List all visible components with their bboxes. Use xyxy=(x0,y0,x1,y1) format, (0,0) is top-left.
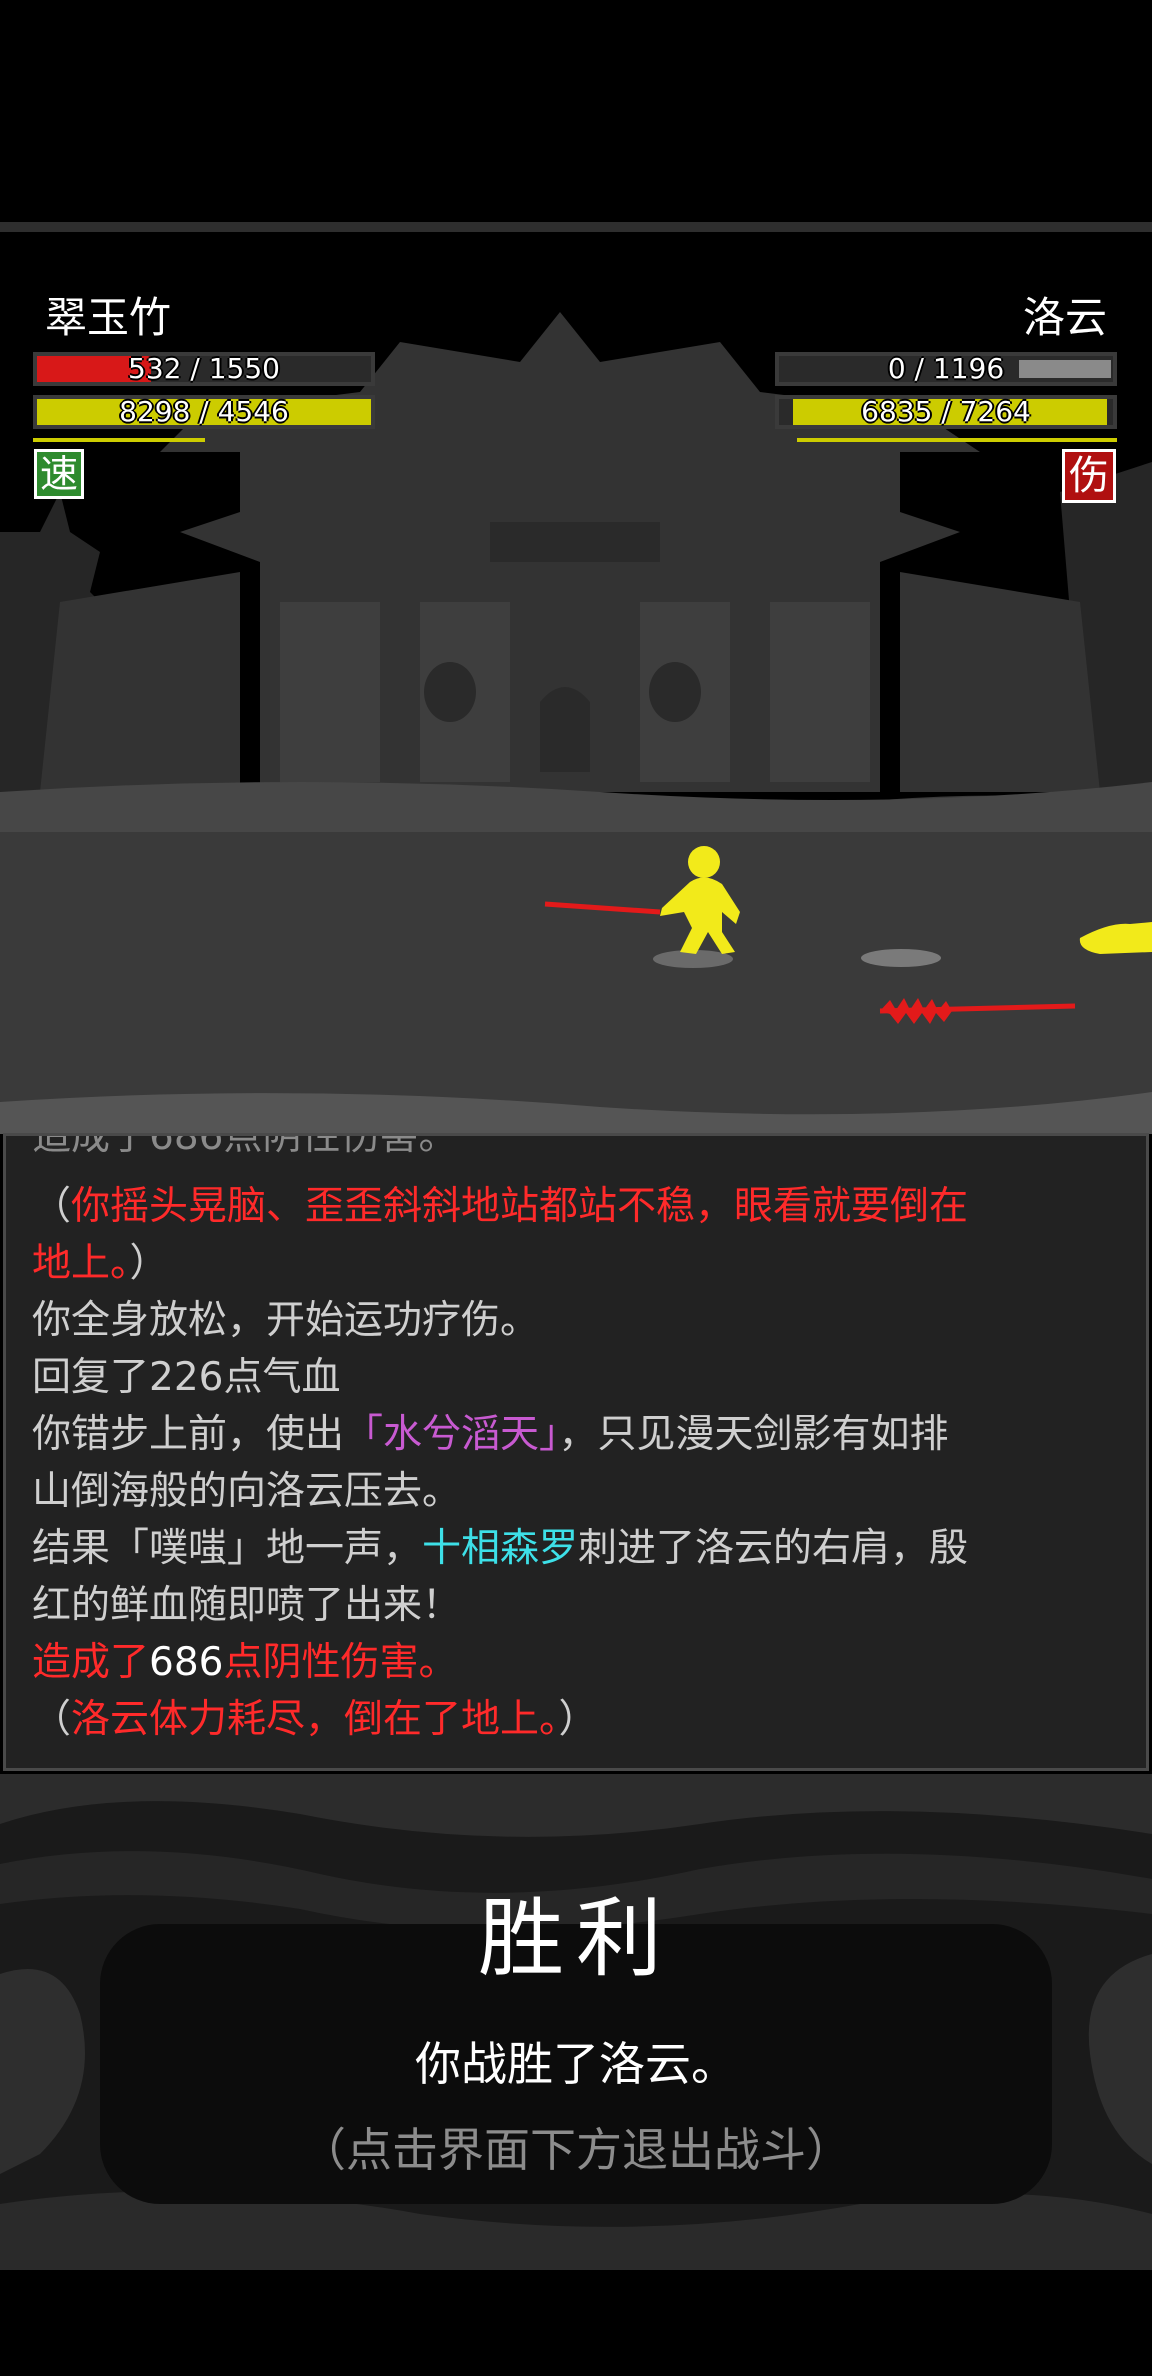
log-line: 山倒海般的向洛云压去。 xyxy=(32,1469,462,1514)
log-line: （你摇头晃脑、歪歪斜斜地站都站不稳，眼看就要倒在 xyxy=(32,1184,969,1229)
victory-title: 胜利 xyxy=(478,1889,674,1989)
player-mp-underline xyxy=(33,438,205,442)
log-line: 回复了226点气血 xyxy=(32,1355,341,1400)
enemy-mp-underline xyxy=(797,438,1117,442)
victory-panel[interactable]: 胜利 你战胜了洛云。 （点击界面下方退出战斗） xyxy=(0,1774,1152,2270)
enemy-mp-bar: 6835 / 7264 xyxy=(775,395,1117,429)
log-line: 地上。） xyxy=(32,1241,169,1286)
bottom-band xyxy=(0,2270,1152,2376)
enemy-shadow xyxy=(861,949,941,967)
log-line: （洛云体力耗尽，倒在了地上。） xyxy=(32,1697,598,1742)
battle-log[interactable]: 造成了686点阴性伤害。 （你摇头晃脑、歪歪斜斜地站都站不稳，眼看就要倒在 地上… xyxy=(3,1133,1149,1771)
enemy-status-badge[interactable]: 伤 xyxy=(1062,449,1116,503)
log-line: 红的鲜血随即喷了出来！ xyxy=(32,1583,462,1628)
enemy-hp-text: 0 / 1196 xyxy=(887,352,1005,385)
player-hp-text: 532 / 1550 xyxy=(128,352,280,385)
player-status-badge[interactable]: 速 xyxy=(34,449,84,499)
log-line: 你错步上前，使出「水兮滔天」，只见漫天剑影有如排 xyxy=(32,1412,949,1457)
ground xyxy=(0,795,1152,1134)
enemy-hp-bar: 0 / 1196 xyxy=(775,352,1117,386)
enemy-name: 洛云 xyxy=(1022,293,1107,342)
player-hp-bar: 532 / 1550 xyxy=(33,352,375,386)
top-divider xyxy=(0,222,1152,232)
top-band xyxy=(0,0,1152,222)
player-name: 翠玉竹 xyxy=(45,293,172,342)
log-line: 你全身放松，开始运功疗伤。 xyxy=(32,1298,540,1343)
ink-wash-background xyxy=(0,1774,1152,2270)
enemy-mp-text: 6835 / 7264 xyxy=(861,395,1031,428)
player-mp-text: 8298 / 4546 xyxy=(119,395,289,428)
log-line: 结果「噗嗤」地一声，十相森罗刺进了洛云的右肩，殷 xyxy=(32,1526,969,1571)
log-line-cut: 造成了686点阴性伤害。 xyxy=(32,1133,458,1159)
victory-message: 你战胜了洛云。 xyxy=(415,2037,737,2091)
exit-hint[interactable]: （点击界面下方退出战斗） xyxy=(0,2120,1152,2180)
log-line: 造成了686点阴性伤害。 xyxy=(32,1640,458,1685)
player-mp-bar: 8298 / 4546 xyxy=(33,395,375,429)
